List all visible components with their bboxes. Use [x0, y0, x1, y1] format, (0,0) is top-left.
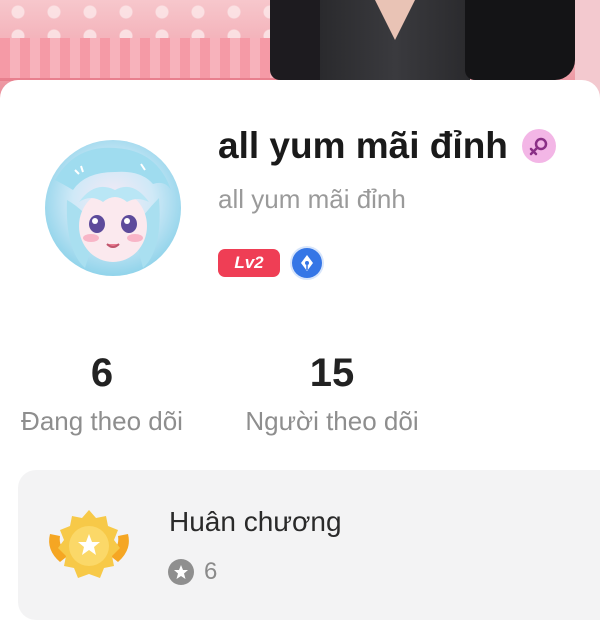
following-count: 6: [90, 351, 114, 395]
username: all yum mãi đỉnh: [218, 184, 406, 214]
following-stat[interactable]: 6 Đang theo dõi: [14, 350, 190, 437]
followers-stat[interactable]: 15 Người theo dõi: [240, 350, 424, 437]
profile-sheet: all yum mãi đỉnh all yum mãi đỉnh Lv2 6 …: [0, 80, 600, 620]
medal-title: Huân chương: [169, 506, 342, 537]
cover-frill-pattern: [0, 38, 310, 81]
avatar-illustration: [55, 147, 171, 268]
level-badge[interactable]: Lv2: [218, 249, 280, 277]
display-name: all yum mãi đỉnh: [218, 125, 508, 166]
medal-card[interactable]: Huân chương 6: [18, 470, 600, 620]
avatar[interactable]: [45, 140, 181, 276]
medal-count: 6: [204, 558, 218, 585]
name-row: all yum mãi đỉnh: [218, 124, 556, 168]
cover-figure-dress: [320, 0, 470, 80]
badge-row: Lv2: [218, 248, 322, 278]
pen-nib-icon[interactable]: [292, 248, 322, 278]
following-label: Đang theo dõi: [21, 406, 183, 436]
followers-count: 15: [309, 351, 355, 395]
gold-medal-icon: [44, 506, 134, 586]
cover-figure-shadow: [465, 0, 575, 80]
medal-count-row: 6: [168, 558, 217, 586]
female-symbol-icon: [521, 129, 556, 163]
followers-label: Người theo dõi: [245, 406, 419, 436]
star-circle-icon: [168, 559, 194, 585]
